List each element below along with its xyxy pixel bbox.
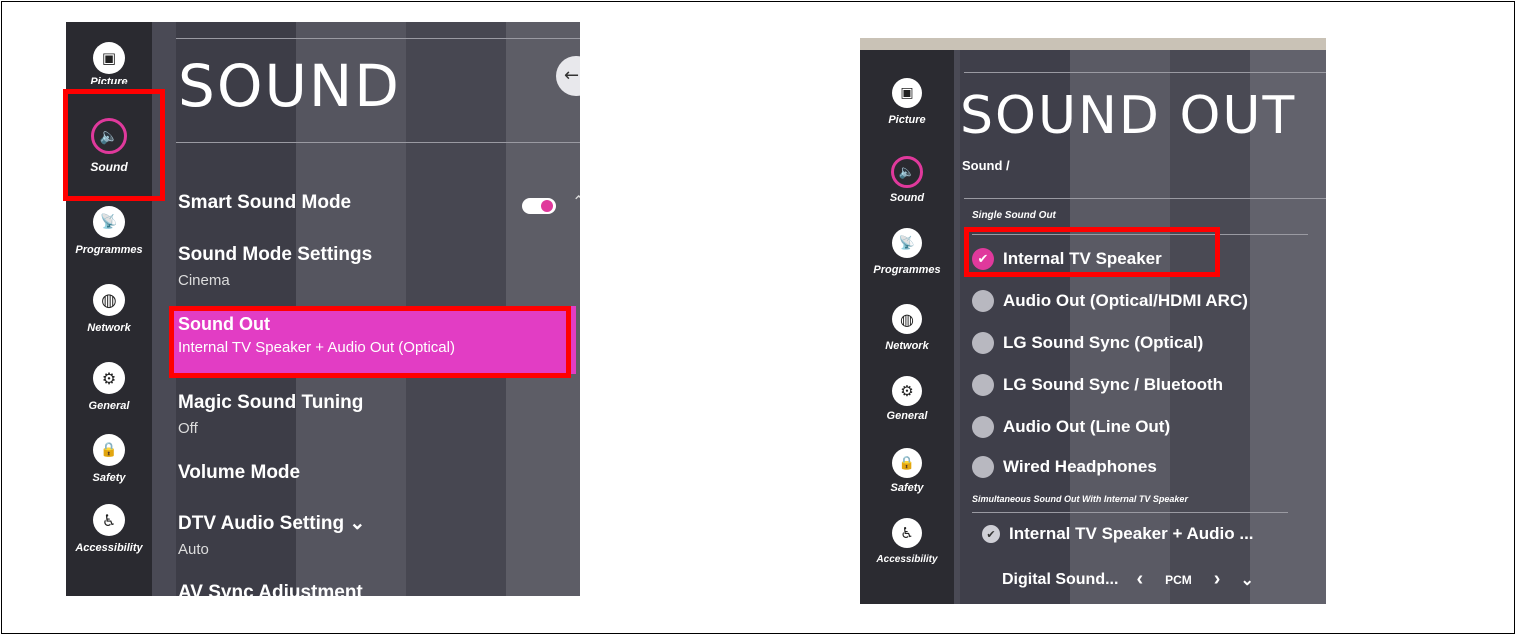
picture-icon: ▣ (892, 78, 922, 108)
radio-icon (972, 374, 994, 396)
section-label-single: Single Sound Out (972, 210, 1056, 221)
sidebar-item-accessibility[interactable]: ♿ Accessibility (66, 504, 152, 554)
option-internal-speaker-plus-audio[interactable]: ✔ Internal TV Speaker + Audio ... (982, 524, 1254, 544)
digital-sound-output-setting[interactable]: Digital Sound... ‹ PCM › ⌄ (1002, 568, 1254, 591)
prev-arrow-icon[interactable]: ‹ (1136, 568, 1143, 591)
annotation-box-sound-sidebar (63, 89, 165, 201)
smart-sound-toggle[interactable] (522, 198, 556, 214)
sidebar-item-picture[interactable]: ▣ Picture (860, 78, 954, 126)
divider (176, 142, 580, 143)
digital-sound-value: PCM (1165, 572, 1192, 587)
next-arrow-icon[interactable]: › (1214, 568, 1221, 591)
lock-icon: 🔒 (892, 448, 922, 478)
annotation-box-sound-out (169, 306, 571, 378)
sidebar-item-picture[interactable]: ▣ Picture (66, 42, 152, 84)
chevron-icon: ⌃ (572, 194, 580, 211)
radio-icon (972, 456, 994, 478)
option-lg-sound-sync-bluetooth[interactable]: LG Sound Sync / Bluetooth (972, 374, 1223, 396)
sidebar: ▣ Picture 🔈 Sound 📡 Programmes ◍ Network… (860, 50, 954, 604)
divider (176, 38, 580, 39)
menu-item-av-sync-adjustment[interactable]: AV Sync Adjustment (178, 582, 363, 596)
menu-item-magic-sound-tuning[interactable]: Magic Sound Tuning Off (178, 392, 363, 437)
divider (964, 198, 1326, 199)
menu-item-sound-mode-settings[interactable]: Sound Mode Settings Cinema (178, 244, 372, 289)
globe-icon: ◍ (93, 284, 125, 316)
speaker-icon: 🔈 (891, 156, 923, 188)
option-lg-sound-sync-optical[interactable]: LG Sound Sync (Optical) (972, 332, 1203, 354)
accessibility-icon: ♿ (892, 518, 922, 548)
menu-item-dtv-audio-setting[interactable]: DTV Audio Setting ⌄ Auto (178, 512, 365, 558)
sidebar-item-network[interactable]: ◍ Network (860, 304, 954, 352)
sidebar-item-network[interactable]: ◍ Network (66, 284, 152, 334)
tv-sound-out-screen: ▣ Picture 🔈 Sound 📡 Programmes ◍ Network… (860, 38, 1326, 604)
picture-icon: ▣ (93, 42, 125, 74)
section-label-simultaneous: Simultaneous Sound Out With Internal TV … (972, 494, 1188, 504)
wall-background (860, 38, 1326, 50)
annotation-box-internal-tv-speaker (964, 227, 1220, 277)
radio-icon (972, 290, 994, 312)
page-title: SOUND (178, 52, 401, 120)
satellite-icon: 📡 (892, 228, 922, 258)
option-audio-out-optical-hdmi[interactable]: Audio Out (Optical/HDMI ARC) (972, 290, 1248, 312)
globe-icon: ◍ (892, 304, 922, 334)
lock-icon: 🔒 (93, 434, 125, 466)
check-icon: ✔ (982, 525, 1000, 543)
sidebar-item-safety[interactable]: 🔒 Safety (860, 448, 954, 494)
accessibility-icon: ♿ (93, 504, 125, 536)
radio-icon (972, 416, 994, 438)
sidebar-item-programmes[interactable]: 📡 Programmes (860, 228, 954, 276)
chevron-down-icon[interactable]: ⌄ (1240, 570, 1253, 590)
sidebar-item-sound[interactable]: 🔈 Sound (860, 156, 954, 204)
sidebar-item-safety[interactable]: 🔒 Safety (66, 434, 152, 484)
sidebar-item-accessibility[interactable]: ♿ Accessibility (860, 518, 954, 565)
breadcrumb: Sound / (962, 158, 1010, 173)
sidebar-item-programmes[interactable]: 📡 Programmes (66, 206, 152, 256)
option-wired-headphones[interactable]: Wired Headphones (972, 456, 1157, 478)
sidebar-item-general[interactable]: ⚙ General (860, 376, 954, 422)
tools-icon: ⚙ (892, 376, 922, 406)
sidebar-item-general[interactable]: ⚙ General (66, 362, 152, 412)
toggle-knob (541, 200, 553, 212)
divider (972, 512, 1288, 513)
divider (964, 72, 1326, 73)
menu-item-smart-sound-mode[interactable]: Smart Sound Mode (178, 192, 351, 214)
radio-icon (972, 332, 994, 354)
satellite-icon: 📡 (93, 206, 125, 238)
page-title: SOUND OUT (960, 86, 1297, 146)
menu-item-volume-mode[interactable]: Volume Mode (178, 462, 300, 484)
tools-icon: ⚙ (93, 362, 125, 394)
option-audio-out-line-out[interactable]: Audio Out (Line Out) (972, 416, 1170, 438)
